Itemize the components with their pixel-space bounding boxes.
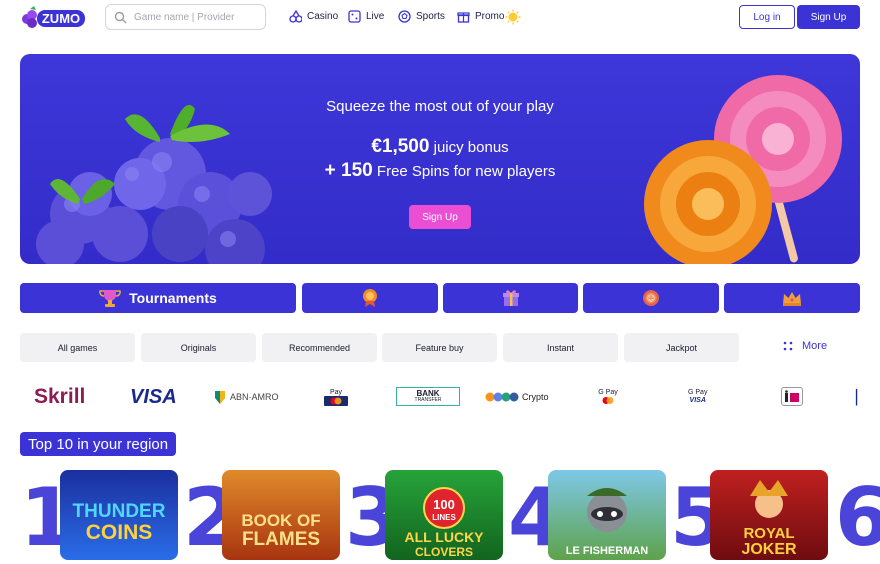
category-tile-medal[interactable]: [302, 283, 438, 313]
nav-promo[interactable]: Promo: [457, 10, 504, 23]
section-title-top10: Top 10 in your region: [20, 432, 176, 456]
more-label: More: [802, 340, 828, 352]
category-tile-coin[interactable]: ☺: [583, 283, 719, 313]
login-button[interactable]: Log in: [739, 5, 795, 29]
signup-button[interactable]: Sign Up: [797, 5, 860, 29]
crypto-label: Crypto: [522, 392, 549, 402]
game-title: LINES: [432, 513, 456, 522]
game-title: ROYAL: [743, 525, 795, 542]
game-title: BOOK OF: [241, 511, 321, 530]
zumo-logo[interactable]: ZUMO: [20, 5, 86, 31]
ideal-icon: [785, 389, 799, 402]
slots-icon: [289, 10, 302, 23]
top-navigation: ZUMO Game name | Provider Casino Live Sp…: [0, 0, 880, 36]
game-title: FLAMES: [241, 529, 321, 550]
game-card-book-of-flames[interactable]: BOOK OF FLAMES: [222, 470, 340, 560]
game-card-thunder-coins[interactable]: THUNDER COINS: [60, 470, 178, 560]
tournaments-tile[interactable]: Tournaments: [20, 283, 296, 313]
payment-apple-pay: Pay: [324, 382, 348, 412]
dice-icon: [348, 10, 361, 23]
game-title: THUNDER: [72, 501, 166, 522]
game-title: COINS: [85, 521, 153, 544]
nav-label: Casino: [307, 11, 339, 22]
bank-transfer-line2: TRANSFER: [414, 397, 442, 403]
payment-next-partial: ▏: [856, 388, 867, 405]
grid-icon: [783, 341, 793, 351]
payment-ideal: [781, 387, 803, 406]
more-filters-button[interactable]: More: [782, 340, 827, 352]
search-input[interactable]: Game name | Provider: [105, 4, 266, 30]
gpay-label: G Pay: [598, 389, 618, 396]
payment-google-pay: G Pay: [598, 382, 618, 412]
game-card-le-fisherman[interactable]: LE FISHERMAN: [548, 470, 666, 560]
nav-label: Promo: [475, 11, 505, 22]
gift-box-icon: [502, 290, 519, 306]
nav-live[interactable]: Live: [348, 10, 384, 23]
gpay-visa-line2: VISA: [689, 397, 706, 404]
payment-visa: VISA: [130, 385, 177, 408]
filter-feature-buy[interactable]: Feature buy: [382, 333, 497, 362]
spins-text: Free Spins for new players: [376, 163, 556, 180]
nav-sports[interactable]: Sports: [398, 10, 445, 23]
hero-signup-button[interactable]: Sign Up: [409, 205, 471, 229]
filter-originals[interactable]: Originals: [141, 333, 256, 362]
abn-amro-label: ABN·AMRO: [230, 392, 279, 402]
bonus-amount: €1,500: [371, 136, 430, 157]
filter-all-games[interactable]: All games: [20, 333, 135, 362]
filter-recommended[interactable]: Recommended: [262, 333, 377, 362]
payment-crypto: Crypto: [485, 382, 549, 412]
nav-label: Sports: [416, 11, 445, 22]
spins-amount: + 150: [324, 160, 373, 181]
game-card-all-lucky-clovers[interactable]: 100 LINES ALL LUCKY CLOVERS: [385, 470, 503, 560]
category-tile-gift[interactable]: [443, 283, 578, 313]
sun-icon: [505, 9, 521, 25]
game-title: CLOVERS: [414, 545, 473, 559]
trophy-icon: [99, 290, 122, 307]
bonus-text: juicy bonus: [433, 139, 509, 156]
payment-skrill: Skrill: [34, 385, 86, 408]
filter-jackpot[interactable]: Jackpot: [624, 333, 739, 362]
lollipop-illustration: [644, 75, 842, 264]
search-icon: [114, 11, 127, 24]
gpay-visa-line1: G Pay: [688, 388, 708, 396]
tournaments-label: Tournaments: [129, 290, 217, 306]
rank-number: 6: [835, 471, 880, 564]
filter-instant[interactable]: Instant: [503, 333, 618, 362]
abn-amro-shield-icon: [215, 391, 225, 404]
coin-icon: ☺: [643, 290, 659, 306]
crypto-coins-icon: [485, 392, 519, 402]
game-card-royal-joker[interactable]: ROYAL JOKER: [710, 470, 828, 560]
medal-icon: [363, 289, 377, 307]
gift-icon: [457, 12, 470, 23]
payment-bank-transfer: BANK TRANSFER: [396, 387, 460, 406]
game-title: LE FISHERMAN: [565, 545, 649, 557]
ball-icon: [398, 10, 411, 23]
mastercard-icon: [324, 395, 348, 406]
game-title: 100: [433, 497, 455, 512]
svg-text:☺: ☺: [647, 294, 655, 303]
payment-google-pay-visa: G Pay VISA: [688, 382, 707, 412]
game-title: ALL LUCKY: [404, 529, 484, 545]
payment-abn-amro: ABN·AMRO: [214, 382, 279, 412]
crown-icon: [783, 292, 801, 306]
svg-text:ZUMO: ZUMO: [42, 11, 80, 26]
nav-label: Live: [366, 11, 385, 22]
hero-banner[interactable]: Squeeze the most out of your play €1,500…: [20, 54, 860, 264]
raccoon-character: [587, 488, 627, 532]
nav-casino[interactable]: Casino: [289, 10, 338, 23]
search-placeholder: Game name | Provider: [134, 12, 235, 23]
game-title: JOKER: [741, 541, 797, 558]
apple-pay-label: Pay: [329, 388, 343, 396]
gpay-mastercard-icon: [602, 397, 614, 404]
category-tile-crown[interactable]: [724, 283, 860, 313]
